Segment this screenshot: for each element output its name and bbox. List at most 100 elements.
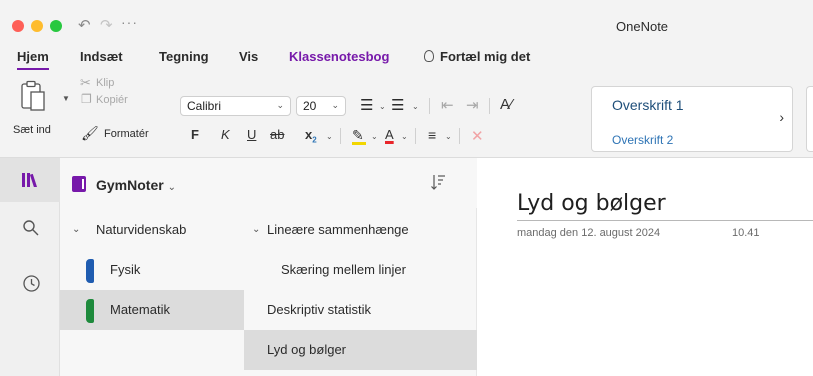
increase-indent-icon[interactable]: ⇥: [466, 96, 479, 114]
sort-icon[interactable]: [431, 174, 445, 190]
font-color-dropdown-icon[interactable]: ⌄: [401, 132, 408, 141]
tell-me-search[interactable]: Fortæl mig det: [424, 49, 530, 64]
notebook-switcher[interactable]: GymNoter ⌄: [96, 177, 176, 193]
notebook-name: GymNoter: [96, 177, 164, 193]
section-group-naturvidenskab[interactable]: ⌄ Naturvidenskab: [60, 210, 244, 250]
notebook-icon: [72, 176, 86, 192]
section-color-tab: [86, 259, 94, 283]
section-label: Matematik: [110, 302, 170, 317]
subscript-button[interactable]: x2: [305, 127, 317, 145]
underline-button[interactable]: U: [247, 127, 256, 142]
page-label: Deskriptiv statistik: [267, 302, 372, 317]
section-item-matematik[interactable]: Matematik: [60, 290, 244, 330]
chevron-down-icon: ⌄: [331, 100, 339, 110]
scissors-icon: ✂: [80, 75, 91, 90]
divider: [489, 98, 490, 114]
chevron-down-icon: ⌄: [167, 182, 176, 193]
tab-draw[interactable]: Tegning: [159, 49, 209, 64]
page-label: Lineære sammenhænge: [267, 222, 409, 237]
page-date: mandag den 12. august 2024: [517, 227, 661, 239]
page-title[interactable]: Lyd og bølger: [517, 191, 666, 216]
section-group-label: Naturvidenskab: [96, 222, 187, 237]
bullet-dropdown-icon[interactable]: ⌄: [379, 102, 386, 111]
bullet-list-icon[interactable]: ☰: [360, 96, 373, 114]
notebooks-nav-button[interactable]: [0, 158, 60, 202]
font-color-icon[interactable]: A: [385, 127, 394, 142]
styles-gallery: Overskrift 1 Overskrift 2 ›: [591, 86, 793, 152]
subscript-dropdown-icon[interactable]: ⌄: [326, 132, 333, 141]
page-item[interactable]: ⌄ Lineære sammenhænge: [244, 210, 477, 250]
decrease-indent-icon[interactable]: ⇤: [441, 96, 454, 114]
section-item-fysik[interactable]: Fysik: [60, 250, 244, 290]
search-nav-button[interactable]: [0, 206, 60, 250]
chevron-right-icon[interactable]: ›: [779, 109, 784, 125]
recent-nav-button[interactable]: [0, 262, 60, 306]
page-canvas[interactable]: Lyd og bølger mandag den 12. august 2024…: [477, 158, 813, 376]
font-name-value: Calibri: [187, 99, 222, 113]
minimize-window-button[interactable]: [31, 20, 43, 32]
delete-icon[interactable]: ✕: [471, 127, 484, 145]
strikethrough-button[interactable]: ab: [270, 127, 284, 142]
section-label: Fysik: [110, 262, 141, 277]
format-painter-icon: 🖌: [81, 125, 99, 141]
align-dropdown-icon[interactable]: ⌄: [445, 132, 452, 141]
more-options-icon[interactable]: ···: [121, 14, 138, 30]
redo-icon[interactable]: ↷: [100, 16, 113, 34]
zoom-window-button[interactable]: [50, 20, 62, 32]
page-item-selected[interactable]: Lyd og bølger: [244, 330, 477, 370]
undo-icon[interactable]: ↶: [78, 16, 91, 34]
copy-icon: ❐: [81, 92, 92, 106]
ribbon-tabs: Hjem Indsæt Tegning Vis Klassenotesbog F…: [0, 40, 813, 72]
copy-button[interactable]: Kopiér: [96, 94, 128, 106]
tab-insert[interactable]: Indsæt: [80, 49, 123, 64]
tab-home[interactable]: Hjem: [17, 49, 49, 70]
sections-list: ⌄ Naturvidenskab Fysik Matematik: [60, 208, 244, 376]
page-item[interactable]: Skæring mellem linjer: [244, 250, 477, 290]
divider: [340, 128, 341, 144]
divider: [459, 128, 460, 144]
notebook-header: GymNoter ⌄: [60, 158, 477, 208]
tab-class-notebook[interactable]: Klassenotesbog: [289, 49, 389, 64]
format-painter-button[interactable]: Formatér: [104, 128, 149, 140]
highlight-pen-icon[interactable]: ✎: [352, 127, 366, 145]
divider: [429, 98, 430, 114]
title-underline: [517, 220, 813, 221]
style-heading-2[interactable]: Overskrift 2: [612, 133, 673, 147]
ribbon: ▼ Sæt ind ✂ Klip ❐ Kopiér 🖌 Formatér Cal…: [0, 72, 813, 158]
chevron-down-icon: ⌄: [252, 224, 261, 235]
highlight-dropdown-icon[interactable]: ⌄: [371, 132, 378, 141]
lightbulb-icon: [424, 50, 434, 62]
next-ribbon-group: [806, 86, 813, 152]
pages-list: ⌄ Lineære sammenhænge Skæring mellem lin…: [244, 208, 477, 376]
align-icon[interactable]: ≡: [428, 127, 436, 143]
page-label: Skæring mellem linjer: [281, 262, 406, 277]
notebooks-icon: [22, 173, 38, 187]
section-color-tab: [86, 299, 94, 323]
page-item[interactable]: Deskriptiv statistik: [244, 290, 477, 330]
cut-button[interactable]: Klip: [96, 77, 114, 89]
page-time: 10.41: [732, 227, 760, 239]
numbered-list-icon[interactable]: ☰: [391, 96, 404, 114]
page-label: Lyd og bølger: [267, 342, 347, 357]
chevron-down-icon: ⌄: [72, 224, 81, 235]
close-window-button[interactable]: [12, 20, 24, 32]
paste-icon[interactable]: [20, 80, 46, 112]
search-icon: [23, 220, 39, 236]
paste-button[interactable]: Sæt ind: [13, 124, 51, 136]
app-title: OneNote: [616, 19, 669, 34]
title-bar: ↶ ↷ ··· OneNote: [0, 0, 813, 40]
clear-formatting-icon[interactable]: A⁄: [500, 96, 513, 113]
tell-me-label: Fortæl mig det: [440, 49, 531, 64]
tab-view[interactable]: Vis: [239, 49, 258, 64]
navigation-rail: [0, 158, 60, 376]
numbered-dropdown-icon[interactable]: ⌄: [412, 102, 419, 111]
font-size-select[interactable]: 20 ⌄: [296, 96, 346, 116]
style-heading-1[interactable]: Overskrift 1: [612, 97, 684, 113]
clock-icon: [23, 275, 40, 292]
italic-button[interactable]: K: [221, 127, 230, 142]
font-name-select[interactable]: Calibri ⌄: [180, 96, 291, 116]
bold-button[interactable]: F: [191, 127, 199, 142]
divider: [415, 128, 416, 144]
paste-dropdown-icon[interactable]: ▼: [62, 94, 70, 103]
chevron-down-icon: ⌄: [276, 100, 284, 110]
